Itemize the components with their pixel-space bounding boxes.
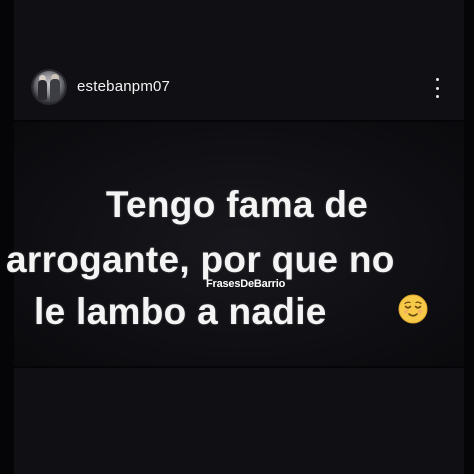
- post-footer: [14, 368, 464, 474]
- right-border: [464, 0, 474, 474]
- instagram-post-screenshot: estebanpm07 Tengo fama de arrogante, por…: [0, 0, 474, 474]
- relieved-face-icon: [398, 294, 428, 324]
- caption-line-2: arrogante, por que no: [6, 239, 395, 280]
- username-link[interactable]: estebanpm07: [77, 78, 170, 95]
- more-options-icon[interactable]: [432, 78, 442, 98]
- caption-line-1: Tengo fama de: [105, 184, 369, 225]
- post-header: [14, 0, 464, 120]
- dot: [435, 86, 439, 90]
- avatar-person-body: [38, 80, 47, 100]
- dot: [435, 78, 439, 81]
- watermark-text: FrasesDeBarrio: [206, 278, 286, 290]
- left-border: [0, 0, 14, 474]
- avatar-person-body: [50, 79, 60, 101]
- avatar[interactable]: [33, 71, 65, 103]
- dot: [435, 95, 439, 98]
